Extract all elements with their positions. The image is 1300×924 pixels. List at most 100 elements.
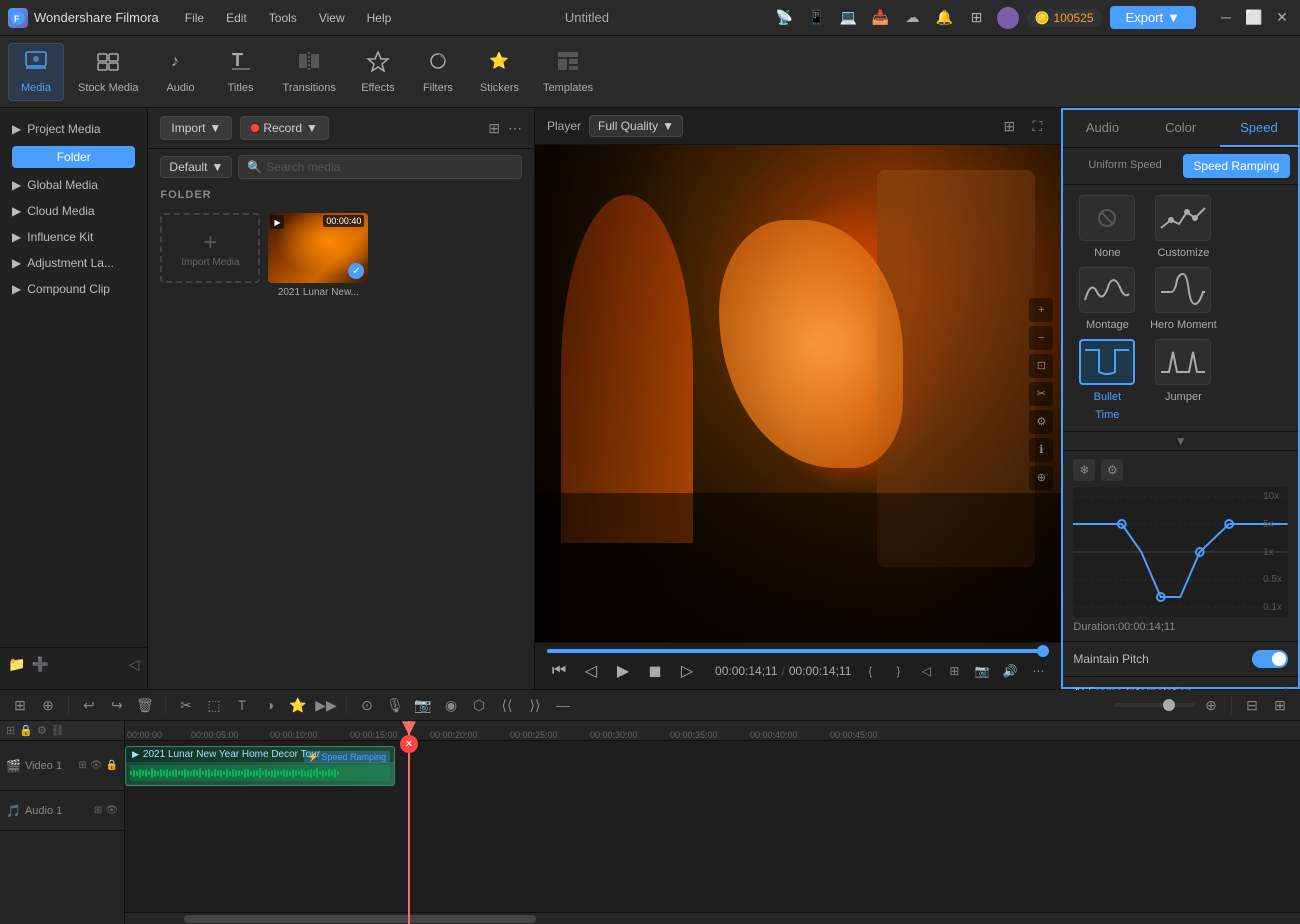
lock-track-icon[interactable]: 🔒 <box>19 724 33 737</box>
next-clip-icon[interactable]: ⟩⟩ <box>523 693 547 717</box>
import-button[interactable]: Import ▼ <box>160 116 232 140</box>
audio-btn[interactable]: 🔊 <box>999 660 1021 682</box>
screenshot-icon[interactable]: 📷 <box>411 693 435 717</box>
cut-button[interactable]: ✂ <box>174 693 198 717</box>
audio-eye-icon[interactable]: 👁 <box>105 805 118 816</box>
phone-icon[interactable]: 📱 <box>805 6 829 30</box>
media-thumbnail-1[interactable]: 00:00:40 ✓ ▶ <box>268 213 368 283</box>
menu-help[interactable]: Help <box>357 7 402 29</box>
desktop-icon[interactable]: 💻 <box>837 6 861 30</box>
sidebar-folder[interactable]: Folder <box>12 146 135 168</box>
toolbar-stock[interactable]: Stock Media <box>68 44 149 100</box>
new-folder-icon[interactable]: 📁 <box>8 656 25 673</box>
import-media-tile[interactable]: + Import Media <box>160 213 260 283</box>
tab-audio[interactable]: Audio <box>1063 110 1141 147</box>
menu-view[interactable]: View <box>309 7 355 29</box>
import-icon[interactable]: 📥 <box>869 6 893 30</box>
media-item-1[interactable]: 00:00:40 ✓ ▶ 2021 Lunar New... <box>268 213 368 298</box>
settings-icon[interactable]: ⚙ <box>1029 410 1053 434</box>
add-track-icon[interactable]: ⊞ <box>6 724 15 737</box>
video-eye-icon[interactable]: 👁 <box>90 760 103 771</box>
audio-add-icon[interactable]: ⊞ <box>94 805 102 816</box>
cast-icon[interactable]: 📡 <box>773 6 797 30</box>
info-icon[interactable]: ℹ <box>1029 438 1053 462</box>
sidebar-compound-clip[interactable]: ▶ Compound Clip <box>0 276 147 302</box>
close-button[interactable]: ✕ <box>1272 9 1292 26</box>
notify-icon[interactable]: 🔔 <box>933 6 957 30</box>
stop-button[interactable]: ◼ <box>643 659 667 683</box>
speed-option-hero[interactable]: Hero Moment <box>1149 267 1217 331</box>
undo-button[interactable]: ↩ <box>77 693 101 717</box>
layout-options[interactable]: ⊞ <box>1268 693 1292 717</box>
expand-icon[interactable]: ▼ <box>1175 434 1187 448</box>
toolbar-templates[interactable]: Templates <box>533 44 603 100</box>
play-button[interactable]: ▶ <box>611 659 635 683</box>
sidebar-cloud-media[interactable]: ▶ Cloud Media <box>0 198 147 224</box>
speed-graph[interactable]: 10x 5x 1x 0.5x 0.1x <box>1073 487 1288 617</box>
fullscreen-icon[interactable]: ⛶ <box>1025 114 1049 138</box>
more-options-icon[interactable]: ⋯ <box>508 120 522 137</box>
layout-button[interactable]: ⊟ <box>1240 693 1264 717</box>
color-tl-button[interactable]: ◑ <box>258 693 282 717</box>
speed-option-jumper[interactable]: Jumper <box>1149 339 1217 421</box>
user-avatar[interactable] <box>997 7 1019 29</box>
cloud-icon[interactable]: ☁ <box>901 6 925 30</box>
sort-icon[interactable]: ⊞ <box>488 120 500 137</box>
text-tl-button[interactable]: T <box>230 693 254 717</box>
settings-graph-icon[interactable]: ⚙ <box>1101 459 1123 481</box>
toolbar-effects[interactable]: Effects <box>350 44 406 100</box>
grid-icon[interactable]: ⊞ <box>965 6 989 30</box>
add-clip-button[interactable]: ⊞ <box>943 660 965 682</box>
tab-speed[interactable]: Speed <box>1220 110 1298 147</box>
toolbar-filters[interactable]: Filters <box>410 44 466 100</box>
crop-tl-button[interactable]: ⬚ <box>202 693 226 717</box>
timeline-magnet-icon[interactable]: ⊕ <box>36 693 60 717</box>
record-button[interactable]: Record ▼ <box>240 116 329 140</box>
prev-marker-button[interactable]: ◁ <box>915 660 937 682</box>
snowflake-graph-icon[interactable]: ❄ <box>1073 459 1095 481</box>
speed-option-montage[interactable]: Montage <box>1073 267 1141 331</box>
frame-back-button[interactable]: ◁ <box>579 659 603 683</box>
split-icon[interactable]: ⬡ <box>467 693 491 717</box>
uniform-speed-tab[interactable]: Uniform Speed <box>1071 154 1178 178</box>
prev-clip-icon[interactable]: ⟨⟨ <box>495 693 519 717</box>
fit-icon[interactable]: ⊡ <box>1029 354 1053 378</box>
sidebar-adjustment-layer[interactable]: ▶ Adjustment La... <box>0 250 147 276</box>
sidebar-influence-kit[interactable]: ▶ Influence Kit <box>0 224 147 250</box>
export-button[interactable]: Export ▼ <box>1110 6 1196 29</box>
add-media-icon[interactable]: ➕ <box>31 656 48 673</box>
toolbar-transitions[interactable]: Transitions <box>273 44 346 100</box>
delete-button[interactable]: 🗑 <box>133 693 157 717</box>
tab-color[interactable]: Color <box>1142 110 1220 147</box>
zoom-in-icon[interactable]: + <box>1029 298 1053 322</box>
grid-view-icon[interactable]: ⊞ <box>997 114 1021 138</box>
minus-zoom[interactable]: — <box>551 693 575 717</box>
toolbar-stickers[interactable]: ⭐ Stickers <box>470 44 529 100</box>
frame-forward-button[interactable]: ▷ <box>675 659 699 683</box>
marker-icon[interactable]: ◉ <box>439 693 463 717</box>
timeline-grid-icon[interactable]: ⊞ <box>8 693 32 717</box>
menu-tools[interactable]: Tools <box>259 7 307 29</box>
video-lock-icon[interactable]: 🔒 <box>106 760 118 771</box>
video-clip[interactable]: ▶ 2021 Lunar New Year Home Decor Tour ⚡ … <box>125 746 395 786</box>
track-settings-icon[interactable]: ⚙ <box>37 724 47 737</box>
menu-file[interactable]: File <box>175 7 214 29</box>
collapse-sidebar-icon[interactable]: ◁ <box>129 656 140 673</box>
media-search-box[interactable]: 🔍 Search media <box>238 155 522 179</box>
chain-icon[interactable]: ⛓ <box>51 724 65 737</box>
sidebar-project-media[interactable]: ▶ Project Media <box>0 116 147 142</box>
zoom-slider[interactable] <box>1115 703 1195 707</box>
snapshot-button[interactable]: 📷 <box>971 660 993 682</box>
speed-ramping-tab[interactable]: Speed Ramping <box>1183 154 1290 178</box>
maintain-pitch-toggle[interactable] <box>1252 650 1288 668</box>
mark-in-button[interactable]: { <box>859 660 881 682</box>
maximize-button[interactable]: ⬜ <box>1244 9 1264 26</box>
playback-icon[interactable]: ⊙ <box>355 693 379 717</box>
crop-icon[interactable]: ✂ <box>1029 382 1053 406</box>
minimize-button[interactable]: ─ <box>1216 9 1236 26</box>
mark-out-button[interactable]: } <box>887 660 909 682</box>
more-tl-button[interactable]: ▶▶ <box>314 693 338 717</box>
toolbar-media[interactable]: Media <box>8 43 64 101</box>
audio-track-icon[interactable]: 🎙 <box>383 693 407 717</box>
toolbar-audio[interactable]: ♪ Audio <box>153 44 209 100</box>
